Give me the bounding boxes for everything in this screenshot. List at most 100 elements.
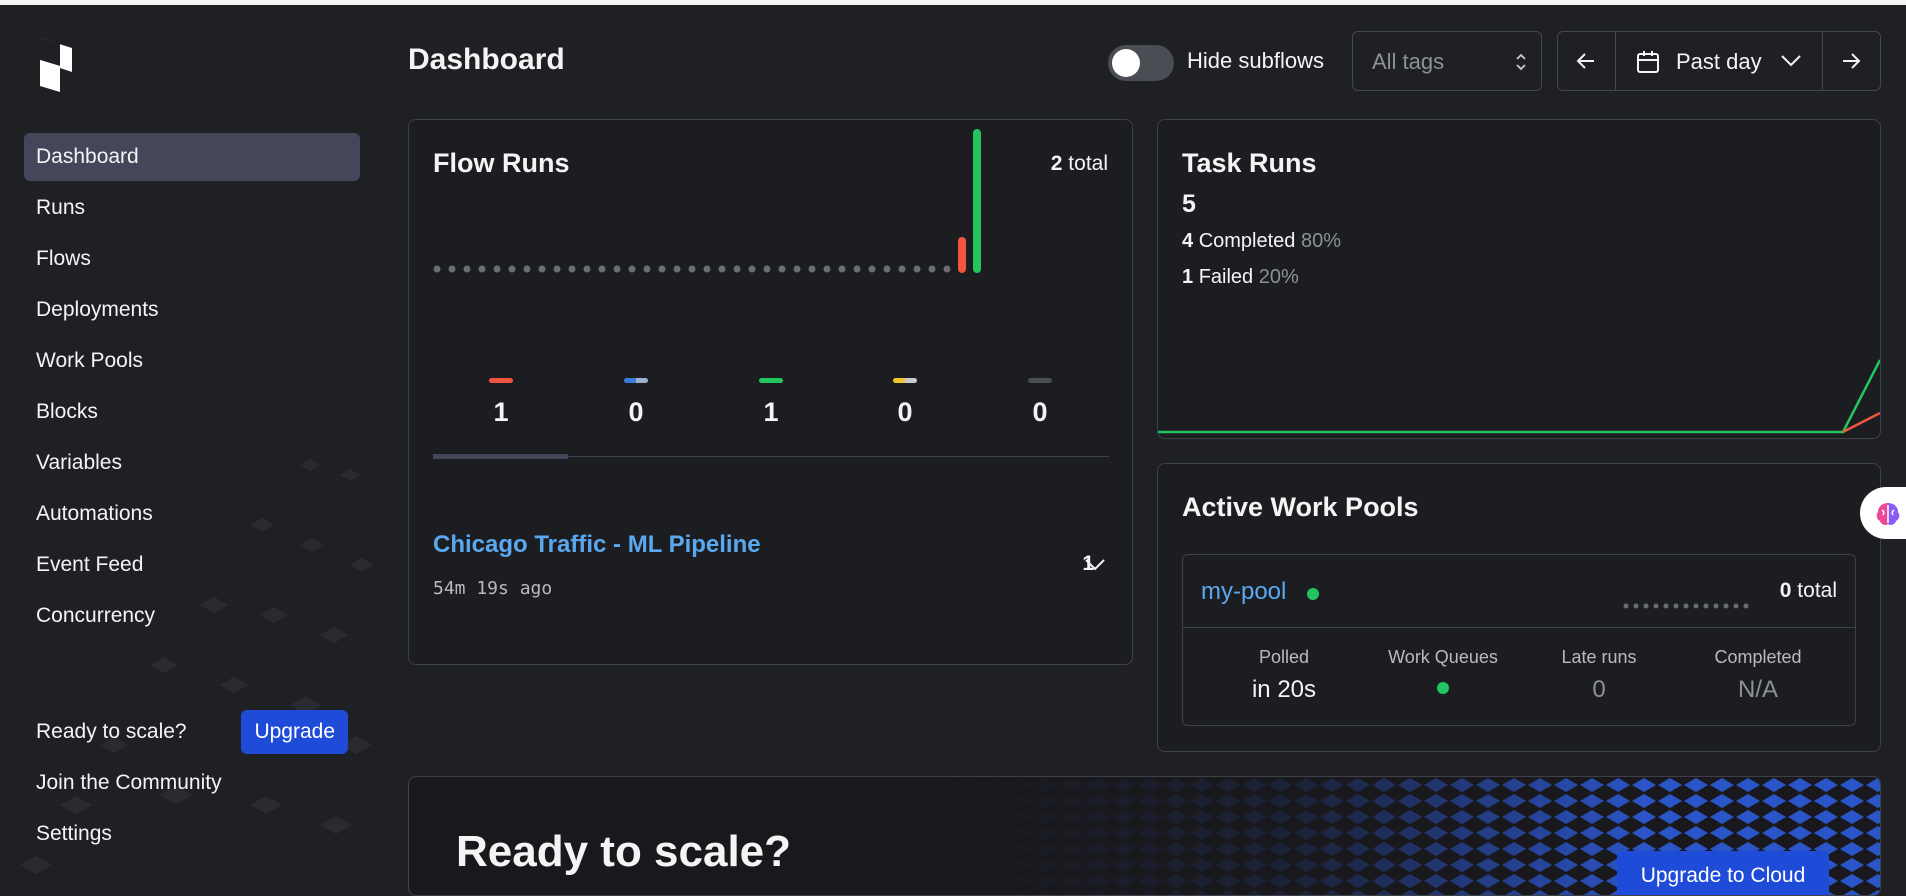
pool-total: 0 total: [1780, 579, 1837, 603]
state-failed-bar: [489, 378, 513, 383]
histogram-empty-bucket: [583, 265, 591, 273]
histogram-empty-bucket: [853, 265, 861, 273]
histogram-empty-bucket: [613, 265, 621, 273]
hide-subflows-toggle[interactable]: [1108, 45, 1174, 81]
sidebar-item-automations[interactable]: Automations: [24, 490, 360, 538]
state-failed[interactable]: 1: [471, 378, 531, 428]
upgrade-prompt: Ready to scale? Upgrade: [36, 709, 348, 755]
completed-pct: 80%: [1300, 230, 1341, 252]
late-runs-value: 0: [1592, 676, 1606, 703]
work-pool-item: my-pool 0 total Polled in 20s Work Queue…: [1182, 554, 1856, 726]
select-arrows-icon: [1516, 53, 1526, 71]
chevron-down-icon[interactable]: [1780, 54, 1802, 68]
histogram-empty-bucket: [928, 265, 936, 273]
state-running[interactable]: 0: [606, 378, 666, 428]
toggle-knob: [1112, 49, 1140, 77]
work-pools-title: Active Work Pools: [1182, 492, 1419, 522]
flow-runs-histogram[interactable]: [409, 120, 1133, 370]
assistant-widget[interactable]: [1860, 487, 1906, 539]
histogram-empty-bucket: [643, 265, 651, 273]
upgrade-banner: Ready to scale? Upgrade to Cloud: [408, 776, 1881, 896]
sidebar-item-event-feed[interactable]: Event Feed: [24, 541, 360, 589]
histogram-empty-bucket: [718, 265, 726, 273]
completed-value: N/A: [1737, 676, 1778, 703]
histogram-empty-bucket: [598, 265, 606, 273]
pool-divider: [1183, 627, 1855, 628]
active-work-pools-card: Active Work Pools my-pool 0 total Polled…: [1157, 463, 1881, 752]
flow-run-link[interactable]: Chicago Traffic - ML Pipeline: [433, 531, 761, 559]
failed-pct: 20%: [1258, 266, 1299, 288]
page-title: Dashboard: [408, 43, 565, 76]
sidebar-item-deployments[interactable]: Deployments: [24, 286, 360, 334]
sidebar-item-work-pools[interactable]: Work Pools: [24, 337, 360, 385]
flow-run-time-ago: 54m 19s ago: [433, 578, 553, 599]
histogram-bar-completed[interactable]: [973, 129, 981, 273]
histogram-empty-bucket: [703, 265, 711, 273]
histogram-empty-bucket: [943, 265, 951, 273]
sidebar-item-dashboard[interactable]: Dashboard: [24, 133, 360, 181]
brain-icon: [1876, 503, 1900, 525]
state-completed-count: 1: [763, 397, 779, 427]
sidebar-item-variables[interactable]: Variables: [24, 439, 360, 487]
histogram-empty-bucket: [658, 265, 666, 273]
histogram-empty-bucket: [763, 265, 771, 273]
sidebar-item-blocks[interactable]: Blocks: [24, 388, 360, 436]
histogram-empty-bucket: [868, 265, 876, 273]
state-late-bar: [893, 378, 917, 383]
histogram-empty-bucket: [538, 265, 546, 273]
histogram-empty-bucket: [568, 265, 576, 273]
state-late[interactable]: 0: [875, 378, 935, 428]
histogram-bar-failed[interactable]: [958, 237, 966, 273]
sidebar-item-runs[interactable]: Runs: [24, 184, 360, 232]
histogram-empty-bucket: [463, 265, 471, 273]
upgrade-to-cloud-button[interactable]: Upgrade to Cloud: [1617, 851, 1829, 895]
histogram-empty-bucket: [523, 265, 531, 273]
hide-subflows-label: Hide subflows: [1187, 48, 1324, 73]
date-range-label[interactable]: Past day: [1676, 49, 1762, 75]
histogram-empty-bucket: [808, 265, 816, 273]
state-cancelled-bar: [1028, 378, 1052, 383]
histogram-empty-bucket: [508, 265, 516, 273]
arrow-left-icon: [1576, 53, 1594, 69]
completed-label: Completed: [1714, 647, 1802, 667]
state-tab-active-indicator: [433, 454, 568, 459]
calendar-icon: [1637, 51, 1659, 73]
histogram-empty-bucket: [433, 265, 441, 273]
tags-select[interactable]: All tags: [1352, 31, 1542, 91]
settings-link[interactable]: Settings: [36, 822, 112, 846]
sidebar-nav: Dashboard Runs Flows Deployments Work Po…: [24, 133, 360, 643]
state-late-count: 0: [897, 397, 913, 427]
banner-title: Ready to scale?: [456, 827, 792, 876]
polled-value: in 20s: [1251, 676, 1317, 703]
pool-status-dot: [1307, 588, 1319, 600]
state-running-count: 0: [628, 397, 644, 427]
next-range-button[interactable]: [1822, 32, 1880, 90]
task-runs-chart[interactable]: [1158, 320, 1881, 439]
state-completed[interactable]: 1: [741, 378, 801, 428]
histogram-empty-bucket: [883, 265, 891, 273]
histogram-empty-bucket: [838, 265, 846, 273]
chevron-down-icon[interactable]: [1084, 558, 1106, 572]
join-community-link[interactable]: Join the Community: [36, 771, 222, 795]
sidebar-item-flows[interactable]: Flows: [24, 235, 360, 283]
prefect-logo[interactable]: [36, 36, 76, 94]
histogram-empty-bucket: [913, 265, 921, 273]
pool-total-count: 0: [1779, 579, 1792, 602]
histogram-empty-bucket: [793, 265, 801, 273]
histogram-empty-bucket: [898, 265, 906, 273]
work-pool-link[interactable]: my-pool: [1201, 578, 1286, 606]
sidebar-item-concurrency[interactable]: Concurrency: [24, 592, 360, 640]
flow-runs-card: Flow Runs 2 total 1 0 1 0 0 Chicago Traf…: [408, 119, 1133, 665]
previous-range-button[interactable]: [1558, 32, 1616, 90]
pool-stat-completed: Completed N/A: [1683, 647, 1833, 704]
ready-to-scale-text: Ready to scale?: [36, 720, 187, 743]
histogram-empty-bucket: [823, 265, 831, 273]
upgrade-button[interactable]: Upgrade: [241, 710, 348, 754]
histogram-empty-bucket: [553, 265, 561, 273]
state-cancelled[interactable]: 0: [1010, 378, 1070, 428]
task-runs-completed-line: [1158, 359, 1880, 434]
sidebar: Dashboard Runs Flows Deployments Work Po…: [0, 5, 380, 882]
failed-count: 1: [1182, 266, 1194, 288]
pool-stat-polled: Polled in 20s: [1209, 647, 1359, 704]
task-runs-failed: 1 Failed 20%: [1182, 266, 1299, 289]
